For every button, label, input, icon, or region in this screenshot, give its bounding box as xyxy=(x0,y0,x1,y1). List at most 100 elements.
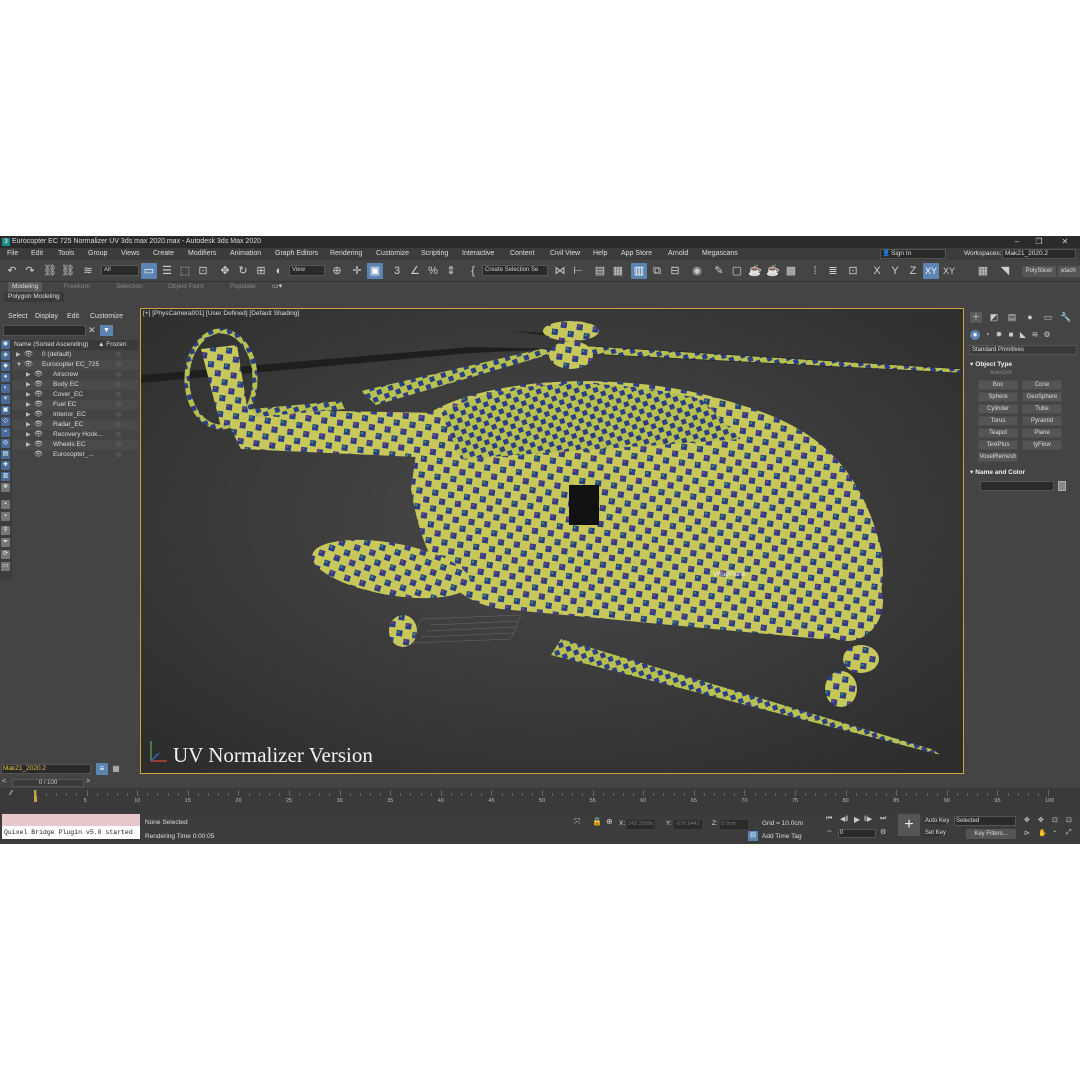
axis-z-button[interactable]: Z xyxy=(905,263,921,279)
lights-filter-icon[interactable]: ☀ xyxy=(1,395,10,404)
column-frozen-header[interactable]: ▲ Frozen xyxy=(98,340,126,350)
named-selection-dropdown[interactable]: Create Selection Se xyxy=(482,265,548,276)
toggle-ribbon-icon[interactable]: ▥ xyxy=(631,263,647,279)
grid-icon[interactable]: ⁞ xyxy=(807,263,823,279)
object-color-swatch[interactable] xyxy=(1058,481,1066,491)
current-layer-dropdown[interactable]: Mak21_2020.2 xyxy=(1,764,91,774)
tab-object-paint[interactable]: Object Paint xyxy=(164,282,207,292)
add-time-tag[interactable]: Add Time Tag xyxy=(762,833,802,840)
visibility-eye-icon[interactable]: 👁 xyxy=(34,390,43,400)
primitive-button-textplus[interactable]: TextPlus xyxy=(978,440,1018,450)
menu-rendering[interactable]: Rendering xyxy=(330,248,362,260)
freeze-toggle-icon[interactable]: ◎ xyxy=(116,420,121,430)
tab-modeling[interactable]: Modeling xyxy=(8,282,43,292)
explorer-row[interactable]: 👁 Eurocopter_... ◎ xyxy=(12,450,138,460)
freeze-toggle-icon[interactable]: ◎ xyxy=(116,410,121,420)
warps-filter-icon[interactable]: ≈ xyxy=(1,428,10,437)
menu-arnold[interactable]: Arnold xyxy=(668,248,688,260)
menu-tools[interactable]: Tools xyxy=(58,248,74,260)
geometry-filter-icon[interactable]: ● xyxy=(1,373,10,382)
material-editor-icon[interactable]: ◉ xyxy=(689,263,705,279)
y-coord-field[interactable]: -676.9442 xyxy=(674,820,702,829)
polyslicer-button[interactable]: PolySlicer xyxy=(1022,266,1056,277)
rotate-icon[interactable]: ↻ xyxy=(235,263,251,279)
menu-graph-editors[interactable]: Graph Editors xyxy=(275,248,318,260)
object-type-rollout[interactable]: ▾ Object Type xyxy=(970,360,1076,370)
next-frame-icon[interactable]: > xyxy=(86,778,90,785)
frozen-filter-icon[interactable]: ❄ xyxy=(1,483,10,492)
placement-icon[interactable]: ◐ xyxy=(271,263,287,279)
curve-editor-icon[interactable]: ⧉ xyxy=(649,263,665,279)
window-crossing-icon[interactable]: ⊡ xyxy=(195,263,211,279)
primitive-button-voxelremesh[interactable]: VoxelRemesh xyxy=(978,452,1018,462)
prev-frame-icon[interactable]: < xyxy=(2,778,6,785)
visibility-eye-icon[interactable]: 👁 xyxy=(34,400,43,410)
menu-file[interactable]: File xyxy=(7,248,18,260)
hierarchy-tab-icon[interactable]: ▤ xyxy=(1006,312,1018,323)
render-setup-icon[interactable]: ✎ xyxy=(711,263,727,279)
maximize-viewport-icon[interactable]: ⤢ xyxy=(1066,829,1072,837)
explorer-menu-edit[interactable]: Edit xyxy=(67,313,79,320)
visibility-eye-icon[interactable]: 👁 xyxy=(34,450,43,460)
utilities-tab-icon[interactable]: 🔧 xyxy=(1060,312,1072,323)
primitive-button-pyramid[interactable]: Pyramid xyxy=(1022,416,1062,426)
align-icon[interactable]: ⊢ xyxy=(570,263,586,279)
ribbon-options-icon[interactable]: ▭▾ xyxy=(272,282,282,290)
visibility-eye-icon[interactable]: 👁 xyxy=(34,440,43,450)
current-frame-field[interactable]: 0 xyxy=(838,829,876,838)
containers-filter-icon[interactable]: ▥ xyxy=(1,472,10,481)
absolute-mode-icon[interactable]: ⊕ xyxy=(606,817,613,826)
menu-edit[interactable]: Edit xyxy=(31,248,43,260)
freeze-toggle-icon[interactable]: ◎ xyxy=(116,440,121,450)
maxscript-listener-input[interactable] xyxy=(2,814,140,826)
expand-arrow-icon[interactable]: ▶ xyxy=(26,400,31,410)
cameras-icon[interactable]: ■ xyxy=(1006,330,1016,340)
play-icon[interactable]: ▶ xyxy=(854,815,860,824)
shapes-filter-icon[interactable]: ◐ xyxy=(1,384,10,393)
explorer-row[interactable]: ▶ 👁 Fuel EC ◎ xyxy=(12,400,138,410)
perspective-viewport[interactable]: [+] [PhysCamera001] [User Defined] [Defa… xyxy=(140,308,964,774)
menu-civil-view[interactable]: Civil View xyxy=(550,248,580,260)
display-none-icon[interactable]: ◉ xyxy=(1,340,10,349)
space-warps-icon[interactable]: ≋ xyxy=(1030,330,1040,340)
menu-help[interactable]: Help xyxy=(593,248,607,260)
freeze-toggle-icon[interactable]: ◎ xyxy=(116,400,121,410)
shapes-icon[interactable]: ◔ xyxy=(982,330,992,340)
select-object-icon[interactable]: ▭ xyxy=(141,263,157,279)
select-manipulate-icon[interactable]: ✛ xyxy=(349,263,365,279)
freeze-toggle-icon[interactable]: ◎ xyxy=(116,430,121,440)
primitive-button-tyflow[interactable]: tyFlow xyxy=(1022,440,1062,450)
bones-filter-icon[interactable]: ✚ xyxy=(1,461,10,470)
corner-tool-icon[interactable]: ◥ xyxy=(997,263,1013,279)
go-to-start-icon[interactable]: ⏮ xyxy=(826,815,832,823)
visibility-eye-icon[interactable]: 👁 xyxy=(34,410,43,420)
sync-icon[interactable]: ⟳ xyxy=(1,550,10,559)
all-filter-icon[interactable]: ▪ xyxy=(1,512,10,521)
keyboard-shortcut-override-icon[interactable]: ▣ xyxy=(367,263,383,279)
selection-lock-icon[interactable]: ⊡ xyxy=(845,263,861,279)
menu-content[interactable]: Content xyxy=(510,248,535,260)
distribute-icon[interactable]: ≣ xyxy=(825,263,841,279)
menu-views[interactable]: Views xyxy=(121,248,140,260)
primitive-button-sphere[interactable]: Sphere xyxy=(978,392,1018,402)
render-iterative-icon[interactable]: ☕ xyxy=(765,263,781,279)
column-name-header[interactable]: Name (Sorted Ascending) xyxy=(14,340,88,350)
go-to-end-icon[interactable]: ⏭ xyxy=(880,815,886,823)
time-slider-thumb[interactable]: 0 / 100 xyxy=(12,779,84,787)
display-tab-icon[interactable]: ▭ xyxy=(1042,312,1054,323)
render-production-icon[interactable]: ☕ xyxy=(747,263,763,279)
redo-icon[interactable]: ↷ xyxy=(22,263,38,279)
visibility-eye-icon[interactable]: 👁 xyxy=(34,380,43,390)
freeze-toggle-icon[interactable]: ◎ xyxy=(116,450,121,460)
helpers-icon[interactable]: ◣ xyxy=(1018,330,1028,340)
expand-arrow-icon[interactable]: ▶ xyxy=(26,440,31,450)
reference-coord-dropdown[interactable]: View xyxy=(289,265,325,276)
motion-tab-icon[interactable]: ● xyxy=(1024,312,1036,323)
explorer-row[interactable]: ▶ 👁 Body EC ◎ xyxy=(12,380,138,390)
x-coord-field[interactable]: 242.2599c xyxy=(627,820,655,829)
visibility-eye-icon[interactable]: 👁 xyxy=(34,430,43,440)
explorer-row[interactable]: ▶ 👁 0 (default) ◎ xyxy=(12,350,138,360)
scale-icon[interactable]: ⊞ xyxy=(253,263,269,279)
primitive-button-box[interactable]: Box xyxy=(978,380,1018,390)
menu-app-store[interactable]: App Store xyxy=(621,248,652,260)
